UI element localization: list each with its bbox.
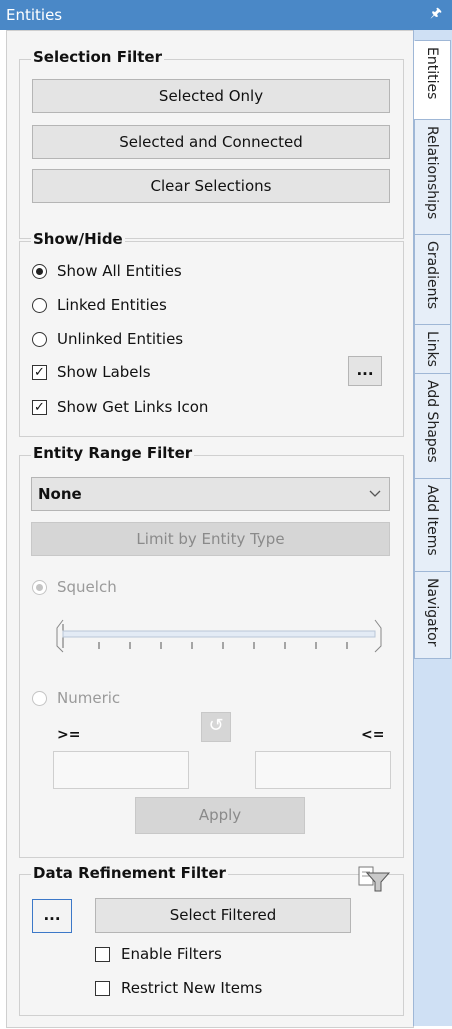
show-labels-label: Show Labels <box>57 363 151 381</box>
refresh-icon: ↺ <box>208 715 224 736</box>
tab-navigator[interactable]: Navigator <box>414 571 451 659</box>
entity-range-dropdown-value: None <box>38 485 82 503</box>
squelch-label: Squelch <box>57 578 117 596</box>
tab-gradients[interactable]: Gradients <box>414 234 451 325</box>
unlinked-entities-label: Unlinked Entities <box>57 330 184 348</box>
entities-panel: Selection Filter Selected Only Selected … <box>6 30 414 1028</box>
gte-label: >= <box>57 727 81 743</box>
tab-gradients-label: Gradients <box>424 241 440 310</box>
funnel-icon[interactable] <box>357 865 391 893</box>
select-filtered-button[interactable]: Select Filtered <box>95 898 351 933</box>
tab-add-items[interactable]: Add Items <box>414 478 451 572</box>
selected-only-button[interactable]: Selected Only <box>32 79 390 113</box>
tab-add-items-label: Add Items <box>424 485 440 556</box>
enable-filters-checkbox[interactable] <box>95 947 110 962</box>
data-refinement-filter-title: Data Refinement Filter <box>31 864 228 882</box>
show-all-entities-label: Show All Entities <box>57 262 182 280</box>
restrict-new-items-checkbox[interactable] <box>95 981 110 996</box>
restrict-new-items-label: Restrict New Items <box>121 979 263 997</box>
tab-relationships-label: Relationships <box>424 126 440 220</box>
show-hide-title: Show/Hide <box>31 230 125 248</box>
tab-navigator-label: Navigator <box>424 578 440 647</box>
vertical-tab-strip: Entities Relationships Gradients Links A… <box>413 30 452 1026</box>
squelch-slider[interactable] <box>53 618 393 658</box>
apply-button[interactable]: Apply <box>135 797 305 834</box>
clear-selections-button[interactable]: Clear Selections <box>32 169 390 203</box>
min-value-input[interactable] <box>53 751 189 789</box>
tab-links-label: Links <box>424 331 440 367</box>
linked-entities-radio[interactable] <box>32 298 47 313</box>
pin-icon[interactable]: 🖈 <box>430 4 442 26</box>
selection-filter-title: Selection Filter <box>31 48 164 66</box>
show-get-links-icon-checkbox[interactable]: ✓ <box>32 400 47 415</box>
numeric-radio[interactable] <box>32 691 47 706</box>
limit-by-entity-type-button[interactable]: Limit by Entity Type <box>31 522 390 556</box>
show-labels-options-button[interactable]: ... <box>348 356 382 386</box>
tab-relationships[interactable]: Relationships <box>414 119 451 235</box>
show-all-entities-radio[interactable] <box>32 264 47 279</box>
show-get-links-icon-label: Show Get Links Icon <box>57 398 209 416</box>
entity-range-filter-title: Entity Range Filter <box>31 444 195 462</box>
linked-entities-label: Linked Entities <box>57 296 167 314</box>
tab-add-shapes-label: Add Shapes <box>424 380 440 463</box>
tab-entities-label: Entities <box>424 47 440 100</box>
unlinked-entities-radio[interactable] <box>32 332 47 347</box>
entity-range-dropdown[interactable]: None <box>31 477 390 511</box>
tab-add-shapes[interactable]: Add Shapes <box>414 373 451 479</box>
selected-and-connected-button[interactable]: Selected and Connected <box>32 125 390 159</box>
reset-range-button[interactable]: ↺ <box>201 712 231 742</box>
chevron-down-icon <box>369 490 381 497</box>
tab-entities[interactable]: Entities <box>414 40 451 120</box>
show-labels-checkbox[interactable]: ✓ <box>32 365 47 380</box>
tab-links[interactable]: Links <box>414 324 451 374</box>
enable-filters-label: Enable Filters <box>121 945 222 963</box>
data-refinement-options-button[interactable]: ... <box>32 899 72 933</box>
panel-title: Entities <box>6 6 63 24</box>
lte-label: <= <box>361 727 385 743</box>
squelch-radio[interactable] <box>32 580 47 595</box>
max-value-input[interactable] <box>255 751 391 789</box>
panel-titlebar: Entities 🖈 <box>0 0 452 30</box>
numeric-label: Numeric <box>57 689 121 707</box>
